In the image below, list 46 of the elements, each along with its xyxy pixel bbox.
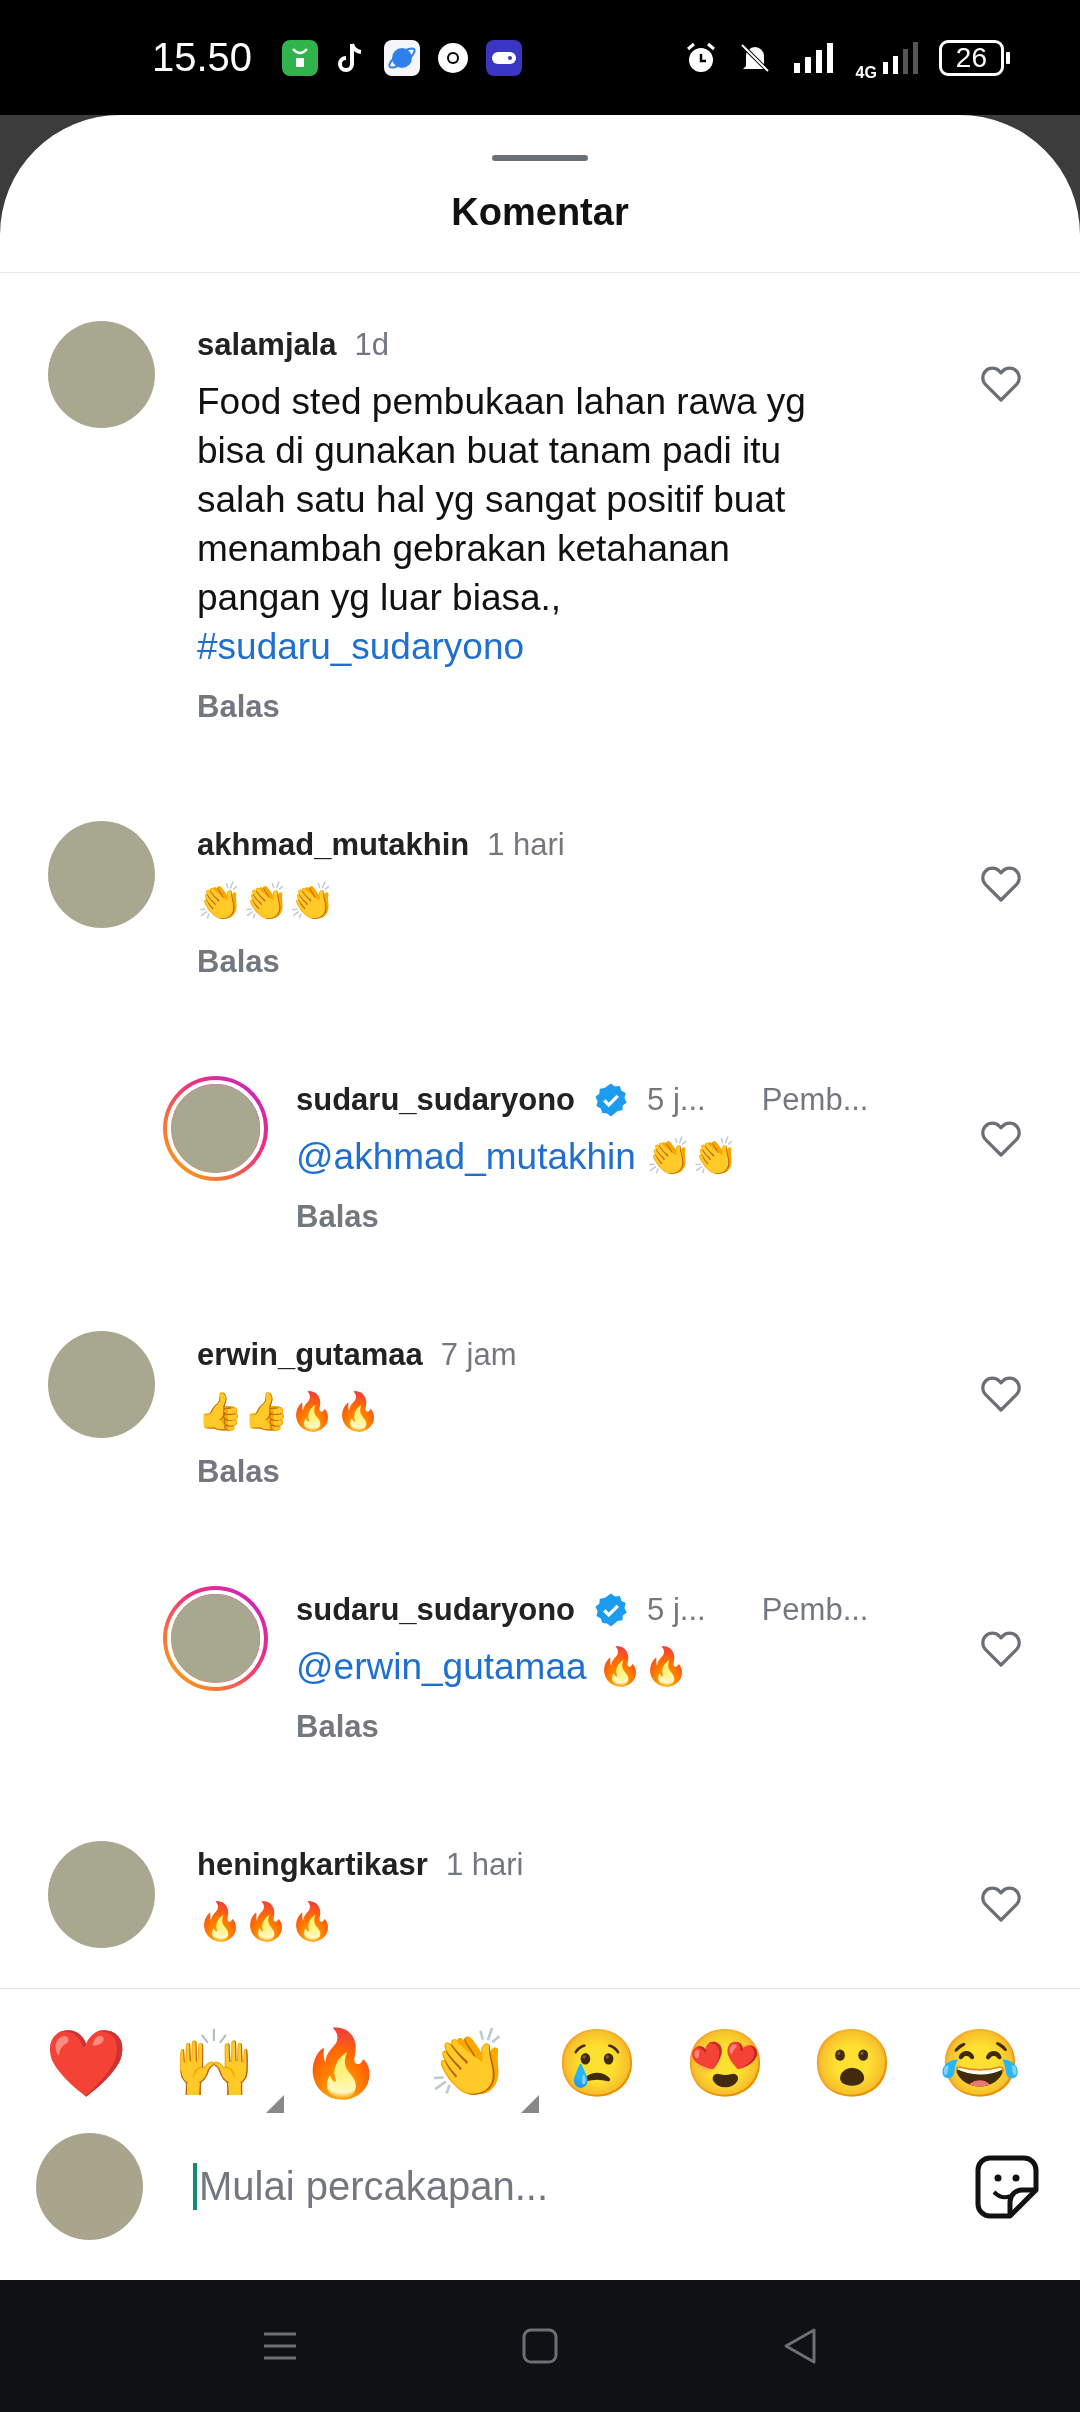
signal-icon (791, 40, 836, 75)
comment-time: 1 hari (445, 1847, 524, 1883)
comment-text: 👍👍🔥🔥 (197, 1390, 382, 1434)
reply-link[interactable]: Balas (197, 689, 280, 725)
variant-corner-icon (521, 2095, 540, 2113)
comment-time: 5 j... (647, 1592, 706, 1628)
comment-input-field[interactable]: Mulai percakapan... (193, 2163, 974, 2210)
reply-link[interactable]: Balas (296, 1199, 379, 1235)
browser-icon (436, 40, 471, 75)
comment-time: 1 hari (487, 827, 565, 863)
reaction-emoji[interactable]: 🔥 (291, 2013, 412, 2113)
clock-time: 15.50 (152, 35, 253, 80)
avatar-photo-placeholder[interactable] (171, 1084, 260, 1173)
reply-link[interactable]: Balas (296, 1709, 379, 1745)
comment-time: 5 j... (647, 1082, 706, 1118)
shopping-bag-icon (282, 39, 319, 76)
mention-link[interactable]: @erwin_gutamaa (296, 1646, 587, 1687)
mention-link[interactable]: @akhmad_mutakhin (296, 1136, 636, 1177)
username[interactable]: salamjala (197, 327, 337, 363)
username[interactable]: sudaru_sudaryono (296, 1592, 576, 1628)
author-label: Pemb... (761, 1592, 869, 1628)
comment-time: 7 jam (440, 1337, 517, 1373)
network-type: 4G (855, 63, 877, 82)
reply-link[interactable]: Balas (197, 1454, 280, 1490)
username[interactable]: akhmad_mutakhin (197, 827, 470, 863)
username[interactable]: sudaru_sudaryono (296, 1082, 576, 1118)
comment-text: @akhmad_mutakhin 👏👏 (296, 1135, 740, 1179)
home-square-icon[interactable] (520, 2326, 560, 2366)
comment-text: 🔥🔥🔥 (197, 1900, 336, 1944)
comment-text: 👏👏👏 (197, 880, 336, 924)
username[interactable]: erwin_gutamaa (197, 1337, 423, 1373)
username[interactable]: heningkartikasr (197, 1847, 428, 1883)
comment-text: @erwin_gutamaa 🔥🔥 (296, 1645, 690, 1689)
comment-text: Food sted pembukaan lahan rawa yg bisa di gunakan buat tanam padi itu salah satu hal yg sangat positif buat menambah gebrakan ketahanan pangan yg luar biasa., #sudaru_sudaryono (197, 380, 807, 669)
gamepad-icon (486, 39, 523, 76)
sticker-icon[interactable] (974, 2153, 1040, 2220)
author-label: Pemb... (761, 1082, 869, 1118)
sheet-title: Komentar (450, 190, 630, 235)
variant-corner-icon (265, 2095, 284, 2113)
reply-link[interactable]: Balas (197, 944, 280, 980)
reaction-emoji[interactable]: ❤ (36, 2013, 156, 2113)
avatar-photo-placeholder[interactable] (171, 1594, 260, 1683)
hashtag-link[interactable]: #sudaru_sudaryono (197, 626, 525, 667)
drag-handle[interactable] (492, 155, 588, 161)
planet-icon (384, 39, 421, 76)
comment-time: 1d (354, 327, 390, 363)
